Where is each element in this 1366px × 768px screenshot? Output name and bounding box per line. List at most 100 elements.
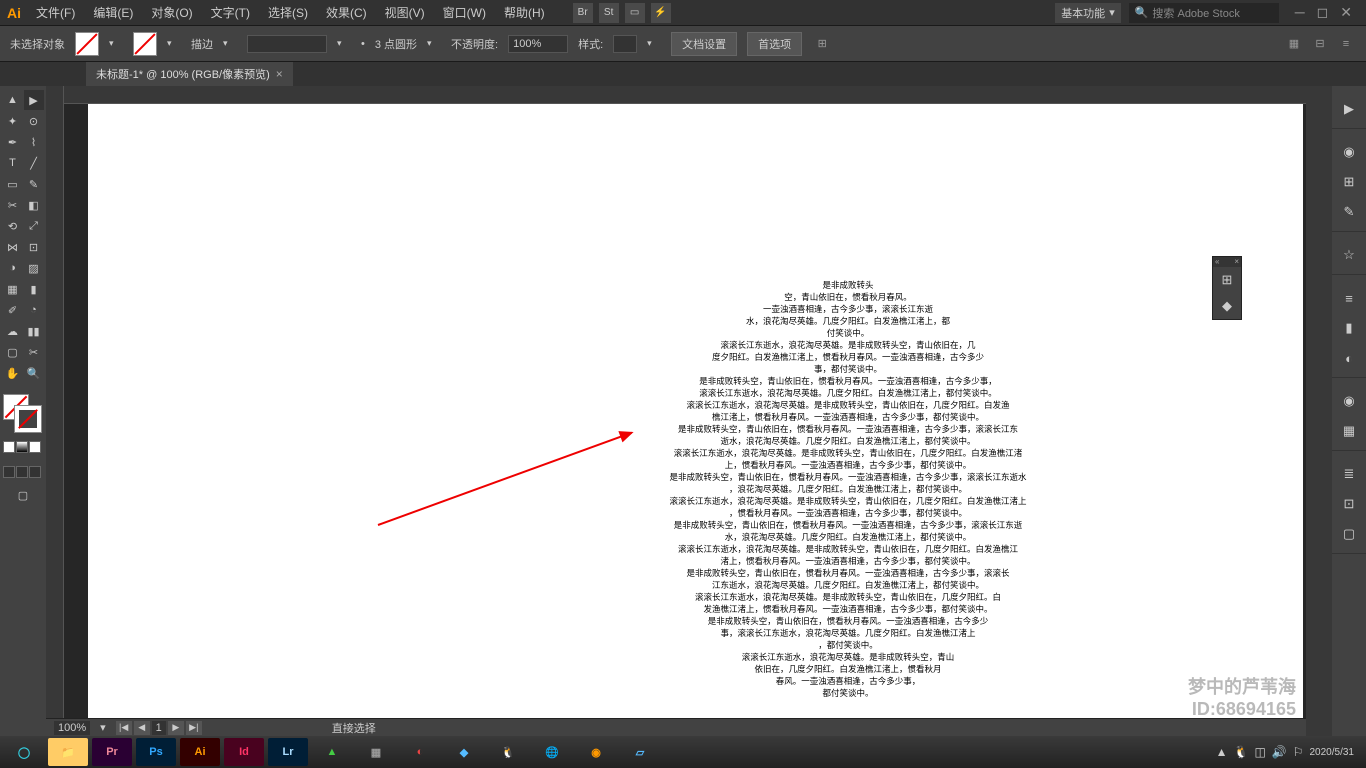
maximize-button[interactable]: ◻ <box>1317 4 1329 21</box>
rotate-tool[interactable]: ⟲ <box>3 216 23 236</box>
symbols-panel-icon[interactable]: ☆ <box>1332 240 1366 270</box>
stock-icon[interactable]: St <box>599 3 619 23</box>
tab-close-icon[interactable]: × <box>276 67 283 81</box>
next-artboard-button[interactable]: ▶ <box>168 721 184 735</box>
taskbar-chrome-icon[interactable]: 🌐 <box>532 738 572 766</box>
symbol-sprayer-tool[interactable]: ☁ <box>3 321 23 341</box>
none-mode-icon[interactable] <box>29 441 41 453</box>
properties-panel-icon[interactable]: ▶ <box>1332 94 1366 124</box>
selection-tool[interactable]: ▲ <box>3 90 23 110</box>
tray-volume-icon[interactable]: 🔊 <box>1272 745 1287 759</box>
pen-tool[interactable]: ✒ <box>3 132 23 152</box>
brush-dropdown-icon[interactable]: ▾ <box>427 38 441 49</box>
rectangle-tool[interactable]: ▭ <box>3 174 23 194</box>
slice-tool[interactable]: ✂ <box>24 342 44 362</box>
taskbar-explorer-icon[interactable]: 📁 <box>48 738 88 766</box>
draw-behind-icon[interactable] <box>16 466 28 478</box>
taskbar-app4-icon[interactable]: ◆ <box>444 738 484 766</box>
transform-icon[interactable]: ▦ <box>1284 34 1304 54</box>
appearance-panel-icon[interactable]: ◉ <box>1332 386 1366 416</box>
scale-tool[interactable]: ⤢ <box>24 216 44 236</box>
curvature-tool[interactable]: ⌇ <box>24 132 44 152</box>
asset-export-panel-icon[interactable]: ⊡ <box>1332 489 1366 519</box>
blend-tool[interactable]: ◔ <box>24 300 44 320</box>
search-stock-input[interactable]: 🔍 搜索 Adobe Stock <box>1129 3 1279 23</box>
color-swatches[interactable] <box>3 394 43 434</box>
gradient-mode-icon[interactable] <box>16 441 28 453</box>
area-type-text[interactable]: 是非成败转头空，青山依旧在，惯看秋月春风。一壶浊酒喜相逢，古今多少事，滚滚长江东… <box>608 279 1088 699</box>
shaper-tool[interactable]: ✂ <box>3 195 23 215</box>
doc-setup-button[interactable]: 文档设置 <box>671 32 737 56</box>
taskbar-app3-icon[interactable]: ◐ <box>400 738 440 766</box>
eyedropper-tool[interactable]: ✐ <box>3 300 23 320</box>
taskbar-illustrator-icon[interactable]: Ai <box>180 738 220 766</box>
artboard[interactable]: 是非成败转头空，青山依旧在，惯看秋月春风。一壶浊酒喜相逢，古今多少事，滚滚长江东… <box>88 104 1303 736</box>
taskbar-premiere-icon[interactable]: Pr <box>92 738 132 766</box>
menu-select[interactable]: 选择(S) <box>260 0 316 25</box>
menu-help[interactable]: 帮助(H) <box>496 0 553 25</box>
more-icon[interactable]: ≡ <box>1336 34 1356 54</box>
draw-normal-icon[interactable] <box>3 466 15 478</box>
last-artboard-button[interactable]: ▶| <box>186 721 202 735</box>
menu-view[interactable]: 视图(V) <box>377 0 433 25</box>
taskbar-app5-icon[interactable]: ◉ <box>576 738 616 766</box>
properties-icon[interactable]: ◆ <box>1213 293 1241 319</box>
graphic-styles-panel-icon[interactable]: ▦ <box>1332 416 1366 446</box>
eraser-tool[interactable]: ◧ <box>24 195 44 215</box>
stroke-color-swatch[interactable] <box>15 406 41 432</box>
align-icon[interactable]: ⊞ <box>812 34 832 54</box>
gpu-icon[interactable]: ⚡ <box>651 3 671 23</box>
transparency-panel-icon[interactable]: ◐ <box>1332 343 1366 373</box>
zoom-dropdown-icon[interactable]: ▾ <box>100 721 106 734</box>
brushes-panel-icon[interactable]: ✎ <box>1332 197 1366 227</box>
taskbar-app6-icon[interactable]: ▱ <box>620 738 660 766</box>
direct-selection-tool[interactable]: ▶ <box>24 90 44 110</box>
align-panel-icon[interactable]: ⊟ <box>1310 34 1330 54</box>
menu-window[interactable]: 窗口(W) <box>435 0 494 25</box>
arrange-icon[interactable]: ▭ <box>625 3 645 23</box>
fill-swatch[interactable] <box>75 32 99 56</box>
zoom-tool[interactable]: 🔍 <box>24 363 44 383</box>
taskbar-app2-icon[interactable]: ▦ <box>356 738 396 766</box>
tray-flag-icon[interactable]: ⚐ <box>1293 745 1304 759</box>
zoom-level[interactable]: 100% <box>54 721 90 735</box>
artboards-panel-icon[interactable]: ▢ <box>1332 519 1366 549</box>
style-dropdown-icon[interactable]: ▾ <box>647 38 661 49</box>
gradient-panel-icon[interactable]: ▮ <box>1332 313 1366 343</box>
menu-type[interactable]: 文字(T) <box>203 0 258 25</box>
canvas[interactable]: 是非成败转头空，青山依旧在，惯看秋月春风。一壶浊酒喜相逢，古今多少事，滚滚长江东… <box>46 86 1306 736</box>
ruler-horizontal[interactable] <box>64 86 1306 104</box>
stroke-swatch[interactable] <box>133 32 157 56</box>
shape-builder-tool[interactable]: ◑ <box>3 258 23 278</box>
floating-icon-panel[interactable]: «× ⊞ ◆ <box>1212 256 1242 320</box>
first-artboard-button[interactable]: |◀ <box>116 721 132 735</box>
taskbar-browser-icon[interactable]: ◯ <box>4 738 44 766</box>
taskbar-indesign-icon[interactable]: Id <box>224 738 264 766</box>
menu-edit[interactable]: 编辑(E) <box>85 0 141 25</box>
document-tab[interactable]: 未标题-1* @ 100% (RGB/像素预览) × <box>86 62 293 86</box>
draw-inside-icon[interactable] <box>29 466 41 478</box>
tray-date[interactable]: 2020/5/31 <box>1310 747 1355 758</box>
stroke-panel-icon[interactable]: ≡ <box>1332 283 1366 313</box>
panel-collapse-icon[interactable]: « <box>1215 257 1219 267</box>
taskbar-app1-icon[interactable]: ▲ <box>312 738 352 766</box>
lasso-tool[interactable]: ⊙ <box>24 111 44 131</box>
color-mode-icon[interactable] <box>3 441 15 453</box>
tray-network-icon[interactable]: ◫ <box>1254 745 1265 759</box>
menu-effect[interactable]: 效果(C) <box>318 0 375 25</box>
menu-object[interactable]: 对象(O) <box>143 0 200 25</box>
type-tool[interactable]: T <box>3 153 23 173</box>
hand-tool[interactable]: ✋ <box>3 363 23 383</box>
perspective-tool[interactable]: ▨ <box>24 258 44 278</box>
color-panel-icon[interactable]: ◉ <box>1332 137 1366 167</box>
bridge-icon[interactable]: Br <box>573 3 593 23</box>
width-tool[interactable]: ⋈ <box>3 237 23 257</box>
menu-file[interactable]: 文件(F) <box>28 0 83 25</box>
close-button[interactable]: ✕ <box>1340 4 1352 21</box>
fill-dropdown-icon[interactable]: ▾ <box>109 38 123 49</box>
tray-up-icon[interactable]: ▲ <box>1216 745 1228 759</box>
panel-close-icon[interactable]: × <box>1234 257 1239 267</box>
graph-tool[interactable]: ▮▮ <box>24 321 44 341</box>
profile-dropdown-icon[interactable]: ▾ <box>337 38 351 49</box>
gradient-tool[interactable]: ▮ <box>24 279 44 299</box>
